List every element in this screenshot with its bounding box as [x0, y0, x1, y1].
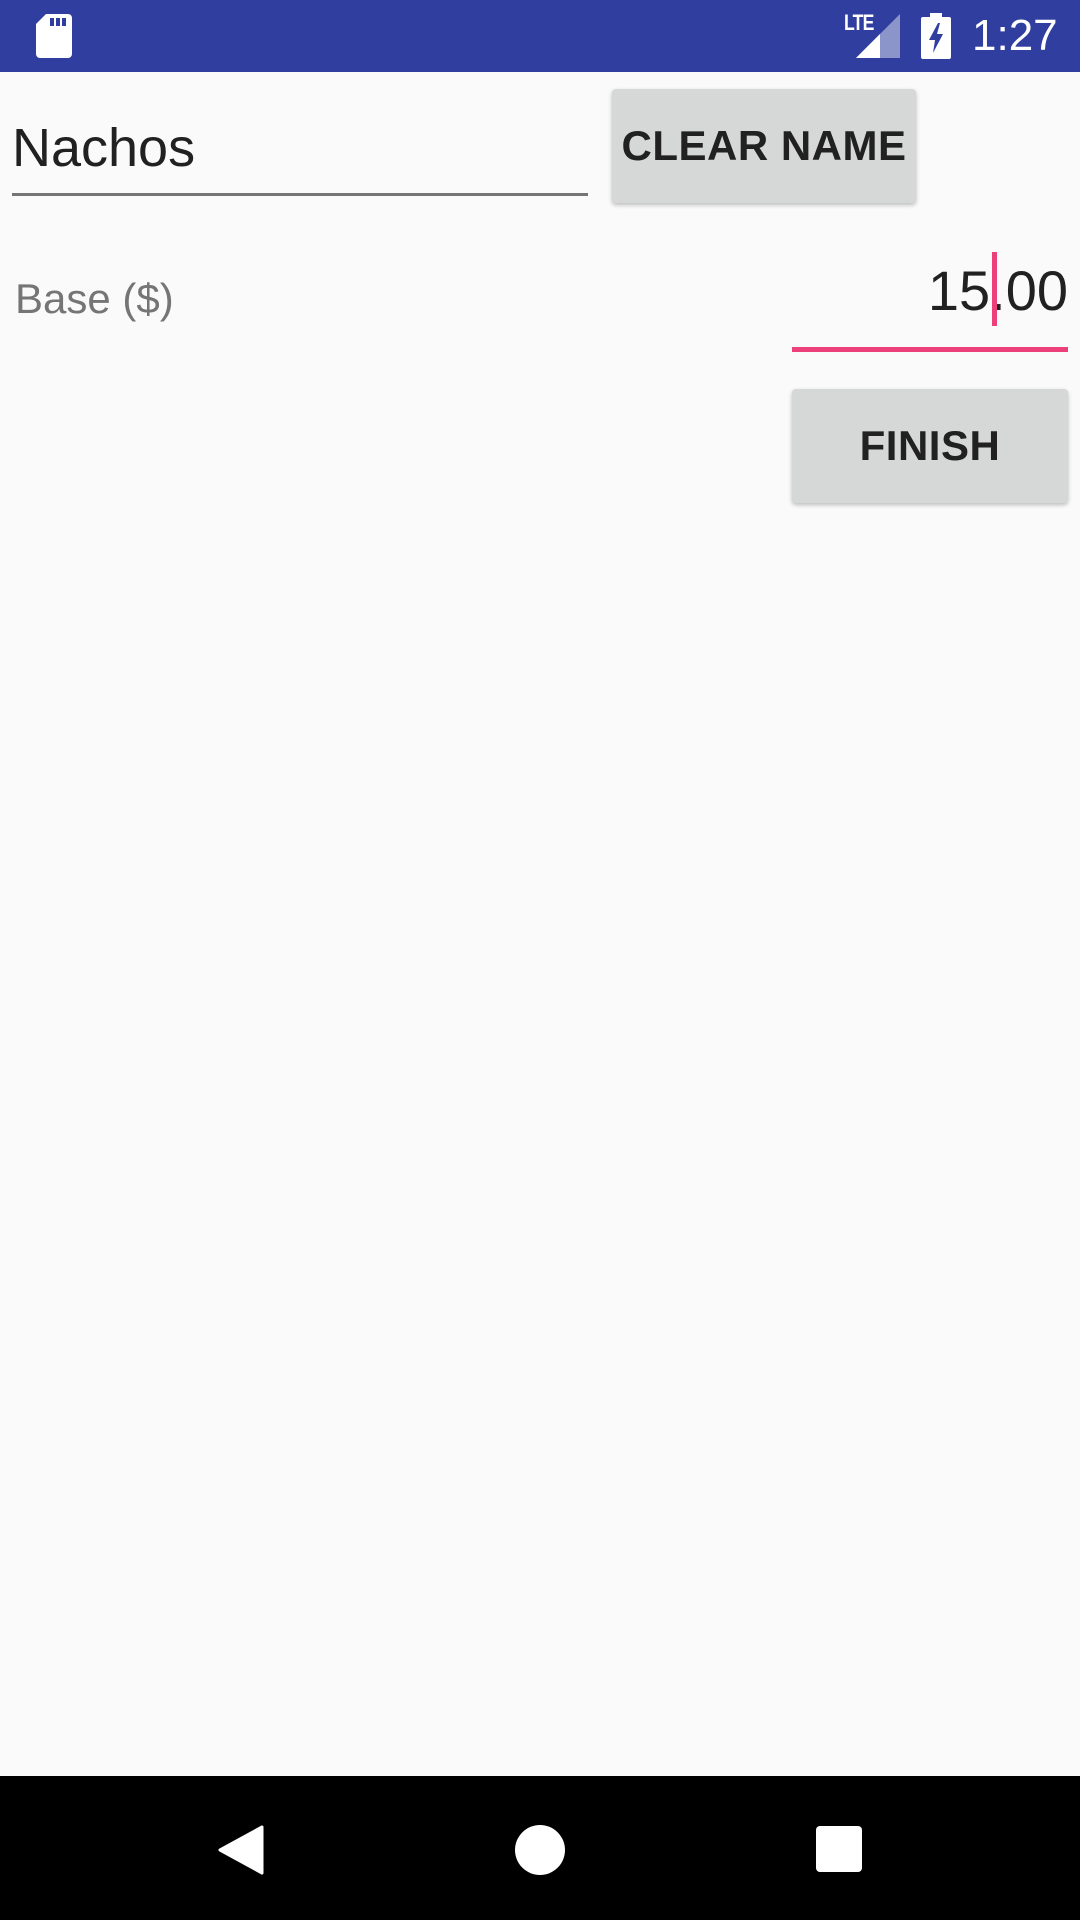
base-amount-value[interactable]: 15.00: [928, 260, 1068, 322]
finish-button[interactable]: FINISH: [792, 389, 1068, 503]
navigation-bar: [0, 1776, 1080, 1920]
status-bar: LTE 1:27: [0, 0, 1080, 72]
base-amount-field[interactable]: 15.00: [792, 240, 1068, 352]
base-label: Base ($): [15, 275, 174, 322]
home-icon[interactable]: [515, 1825, 565, 1875]
text-cursor: [992, 252, 997, 326]
recents-icon[interactable]: [816, 1826, 862, 1872]
status-clock: 1:27: [972, 11, 1058, 60]
network-type-label: LTE: [844, 10, 874, 35]
battery-charging-icon: [921, 13, 951, 59]
sd-card-icon: [36, 14, 72, 58]
clear-name-button[interactable]: CLEAR NAME: [612, 89, 916, 203]
name-field[interactable]: Nachos: [12, 98, 588, 196]
back-icon[interactable]: [216, 1825, 264, 1875]
name-input-value[interactable]: Nachos: [12, 118, 195, 178]
